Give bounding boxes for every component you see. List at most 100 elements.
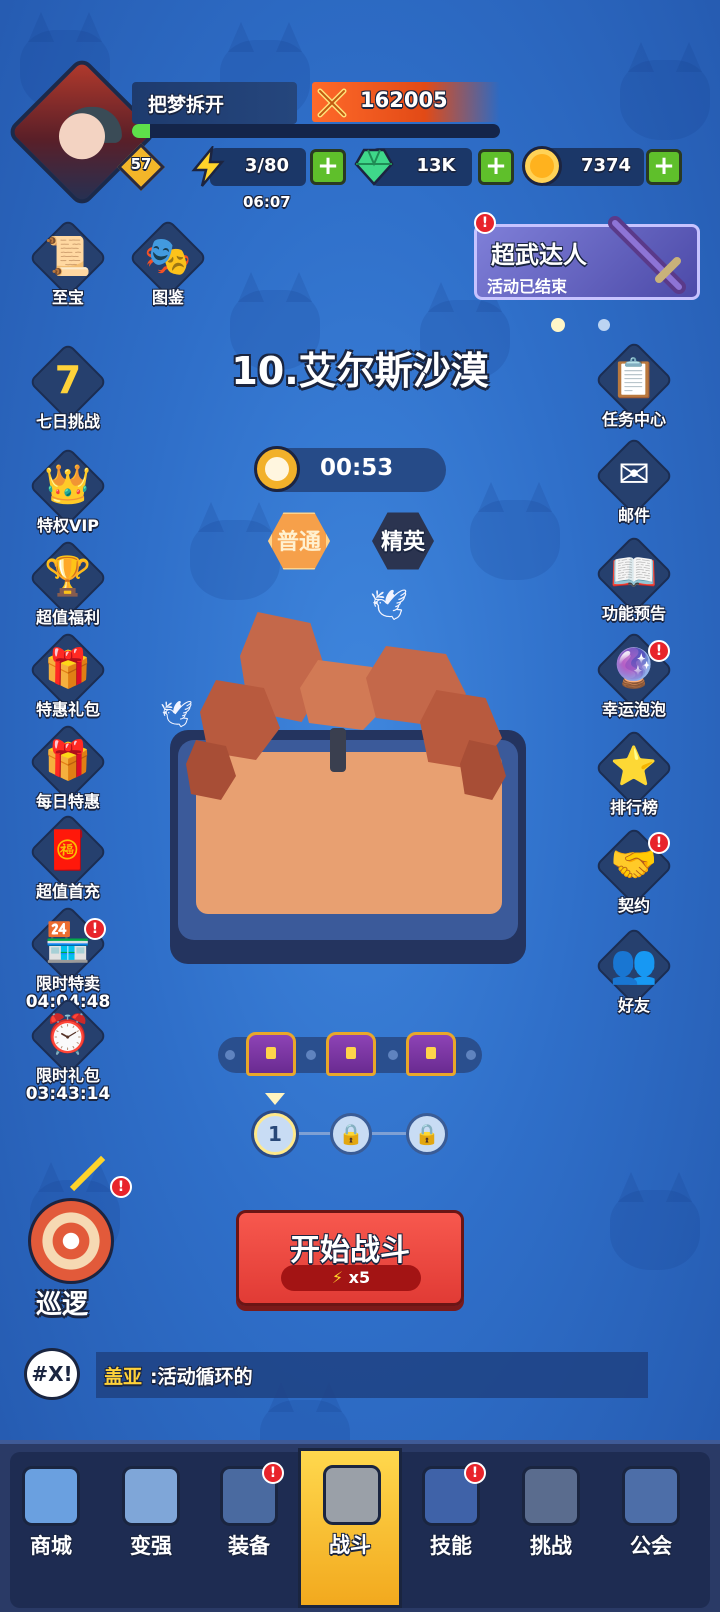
menu-label: 特惠礼包 bbox=[35, 700, 100, 719]
scroll-icon: 📜 bbox=[44, 234, 92, 278]
menu-codex[interactable]: 🎭 图鉴 bbox=[128, 218, 208, 312]
node-connector bbox=[296, 1132, 330, 1135]
countdown-value: 00:53 bbox=[320, 455, 394, 481]
nav-label: 挑战 bbox=[530, 1534, 572, 1558]
background-pattern bbox=[470, 500, 560, 580]
menu-friends[interactable]: 👥 好友 bbox=[594, 926, 674, 1020]
carousel-dot-active[interactable] bbox=[551, 318, 565, 332]
node-connector bbox=[372, 1132, 406, 1135]
background-pattern bbox=[190, 520, 280, 600]
mode-normal-label: 普通 bbox=[276, 530, 321, 555]
nav-shop[interactable]: 商城 bbox=[2, 1452, 100, 1608]
nav-guild[interactable]: 公会 bbox=[602, 1452, 700, 1608]
gold-value: 7374 bbox=[580, 155, 632, 176]
nav-label: 战斗 bbox=[329, 1533, 371, 1557]
gold-coin-icon bbox=[522, 146, 562, 186]
energy-value: 3/80 bbox=[244, 155, 290, 176]
carousel-dot[interactable] bbox=[598, 319, 610, 331]
event-card[interactable]: 超武达人 活动已结束 bbox=[474, 216, 700, 300]
guild-shield-icon bbox=[622, 1466, 680, 1526]
bird-icon: 🕊 bbox=[370, 588, 409, 623]
patrol-label[interactable]: 巡逻 bbox=[36, 1284, 88, 1321]
lightning-icon: ⚡ bbox=[331, 1268, 344, 1287]
chest-upgrade-icon bbox=[122, 1466, 180, 1526]
crossed-swords-icon bbox=[323, 1465, 381, 1525]
menu-label: 特权VIP bbox=[36, 516, 100, 535]
chat-sender: 盖亚 bbox=[104, 1366, 143, 1388]
menu-label: 契约 bbox=[617, 896, 650, 915]
trophy-icon: ⭐ bbox=[610, 744, 658, 788]
nav-challenge[interactable]: 挑战 bbox=[502, 1452, 600, 1608]
menu-leaderboard[interactable]: ⭐ 排行榜 bbox=[594, 728, 674, 822]
chat-icon[interactable]: #X! bbox=[24, 1348, 80, 1400]
reward-chest-2[interactable] bbox=[326, 1032, 376, 1076]
nav-label: 变强 bbox=[130, 1534, 172, 1558]
lock-icon: 🔒 bbox=[338, 1122, 364, 1146]
energy-timer: 06:07 bbox=[243, 193, 291, 211]
reward-chest-1[interactable] bbox=[246, 1032, 296, 1076]
event-title: 超武达人 bbox=[491, 241, 587, 269]
gift-icon: 🎁 bbox=[44, 646, 92, 690]
codex-icon: 🎭 bbox=[144, 234, 192, 278]
event-status: 活动已结束 bbox=[487, 277, 568, 296]
menu-label: 图鉴 bbox=[151, 288, 184, 307]
menu-special-pack[interactable]: 🎁 特惠礼包 bbox=[28, 630, 108, 724]
progress-dot bbox=[225, 1050, 235, 1060]
friends-icon: 👥 bbox=[610, 942, 658, 986]
menu-label: 好友 bbox=[617, 996, 650, 1015]
nav-upgrade[interactable]: 变强 bbox=[102, 1452, 200, 1608]
contract-alert-badge: ! bbox=[648, 832, 670, 854]
timed-gift-icon: ⏰ bbox=[44, 1012, 92, 1056]
background-pattern bbox=[620, 60, 710, 140]
menu-daily-deal[interactable]: 🎁 每日特惠 bbox=[28, 722, 108, 816]
battle-cost: ⚡ x5 bbox=[281, 1265, 421, 1291]
menu-feature-preview[interactable]: 📖 功能预告 bbox=[594, 534, 674, 628]
menu-label: 超值首充 bbox=[35, 882, 100, 901]
patrol-alert-badge: ! bbox=[110, 1176, 132, 1198]
menu-value-benefits[interactable]: 🏆 超值福利 bbox=[28, 538, 108, 632]
lucky-bubble-alert-badge: ! bbox=[648, 640, 670, 662]
menu-label: 功能预告 bbox=[601, 604, 666, 623]
gems-value: 13K bbox=[416, 155, 456, 176]
clock-icon bbox=[254, 446, 300, 492]
skills-alert-badge: ! bbox=[464, 1462, 486, 1484]
crown-icon: 👑 bbox=[44, 462, 92, 506]
equipment-alert-badge: ! bbox=[262, 1462, 284, 1484]
menu-label: 邮件 bbox=[617, 506, 650, 525]
reward-chest-3[interactable] bbox=[406, 1032, 456, 1076]
add-gems-button[interactable]: + bbox=[478, 149, 514, 185]
stage-node-locked[interactable]: 🔒 bbox=[406, 1113, 448, 1155]
menu-treasure[interactable]: 📜 至宝 bbox=[28, 218, 108, 312]
nav-label: 商城 bbox=[30, 1534, 72, 1558]
progress-dot bbox=[388, 1050, 398, 1060]
menu-vip[interactable]: 👑 特权VIP bbox=[28, 446, 108, 540]
treasure-icon: 🏆 bbox=[44, 554, 92, 598]
gate-icon bbox=[522, 1466, 580, 1526]
menu-label: 超值福利 bbox=[35, 608, 100, 627]
flash-sale-alert-badge: ! bbox=[84, 918, 106, 940]
mail-icon: ✉ bbox=[618, 452, 650, 496]
menu-label: 限时礼包 bbox=[35, 1066, 100, 1085]
crossed-swords-power-icon bbox=[317, 88, 347, 118]
start-battle-button[interactable]: 开始战斗 ⚡ x5 bbox=[236, 1210, 464, 1306]
bird-icon: 🕊 bbox=[160, 700, 194, 730]
nav-label: 公会 bbox=[630, 1534, 672, 1558]
add-energy-button[interactable]: + bbox=[310, 149, 346, 185]
patrol-target-icon[interactable] bbox=[28, 1198, 114, 1284]
background-pattern bbox=[610, 1190, 700, 1270]
menu-mail[interactable]: ✉ 邮件 bbox=[594, 436, 674, 530]
menu-label: 排行榜 bbox=[609, 798, 658, 817]
stage-node-current[interactable]: 1 bbox=[254, 1113, 296, 1155]
menu-timed-pack[interactable]: ⏰ 限时礼包 03:43:14 bbox=[26, 996, 110, 1104]
menu-label: 每日特惠 bbox=[35, 792, 100, 811]
chat-message: :活动循环的 bbox=[150, 1366, 253, 1388]
menu-first-charge[interactable]: 🧧 超值首充 bbox=[28, 812, 108, 906]
timed-pack-timer: 03:43:14 bbox=[25, 1084, 111, 1104]
nav-battle[interactable]: 战斗 bbox=[298, 1448, 402, 1608]
player-name: 把梦拆开 bbox=[148, 94, 225, 116]
stage-node-locked[interactable]: 🔒 bbox=[330, 1113, 372, 1155]
menu-label: 幸运泡泡 bbox=[601, 700, 666, 719]
event-alert-badge: ! bbox=[474, 212, 496, 234]
lightning-icon bbox=[191, 146, 225, 187]
add-gold-button[interactable]: + bbox=[646, 149, 682, 185]
